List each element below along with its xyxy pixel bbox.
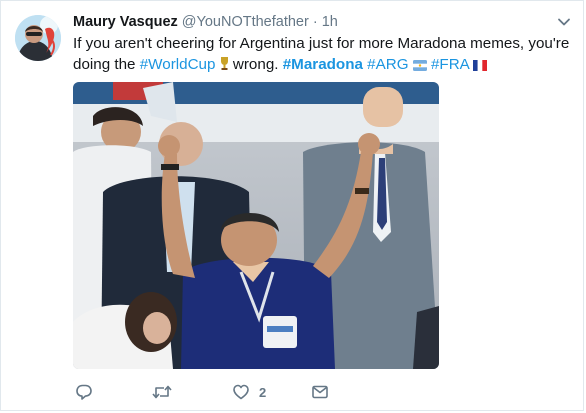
tweet-photo[interactable] bbox=[73, 82, 439, 369]
hashtag-maradona[interactable]: #Maradona bbox=[283, 56, 363, 73]
retweet-action[interactable] bbox=[152, 382, 172, 402]
tweet-text-part2: wrong. bbox=[232, 56, 279, 73]
like-action[interactable]: 2 bbox=[232, 382, 266, 402]
argentina-flag-icon bbox=[412, 60, 427, 71]
photo-maradona-stadium bbox=[73, 82, 439, 369]
timestamp[interactable]: 1h bbox=[322, 14, 338, 30]
tweet-header: Maury Vasquez @YouNOTthefather · 1h bbox=[73, 13, 338, 31]
dm-action[interactable] bbox=[311, 382, 329, 402]
avatar-image bbox=[15, 15, 61, 61]
chevron-down-icon[interactable] bbox=[557, 15, 571, 29]
trophy-icon bbox=[220, 57, 228, 70]
retweet-icon bbox=[152, 385, 172, 399]
tweet-actions: 2 bbox=[73, 382, 373, 404]
hashtag-fra[interactable]: #FRA bbox=[431, 56, 469, 73]
envelope-icon bbox=[312, 385, 328, 399]
tweet-text: If you aren't cheering for Argentina jus… bbox=[73, 33, 578, 75]
separator: · bbox=[312, 14, 318, 30]
reply-action[interactable] bbox=[75, 382, 93, 402]
avatar[interactable] bbox=[15, 15, 61, 61]
hashtag-arg[interactable]: #ARG bbox=[367, 56, 408, 73]
hashtag-worldcup[interactable]: #WorldCup bbox=[140, 56, 216, 73]
reply-icon bbox=[76, 384, 92, 400]
heart-icon bbox=[233, 384, 249, 400]
author-name[interactable]: Maury Vasquez bbox=[73, 14, 178, 30]
france-flag-icon bbox=[473, 60, 488, 71]
author-handle[interactable]: @YouNOTthefather bbox=[182, 14, 309, 30]
tweet-card: Maury Vasquez @YouNOTthefather · 1h If y… bbox=[0, 0, 584, 411]
like-count: 2 bbox=[259, 384, 267, 400]
